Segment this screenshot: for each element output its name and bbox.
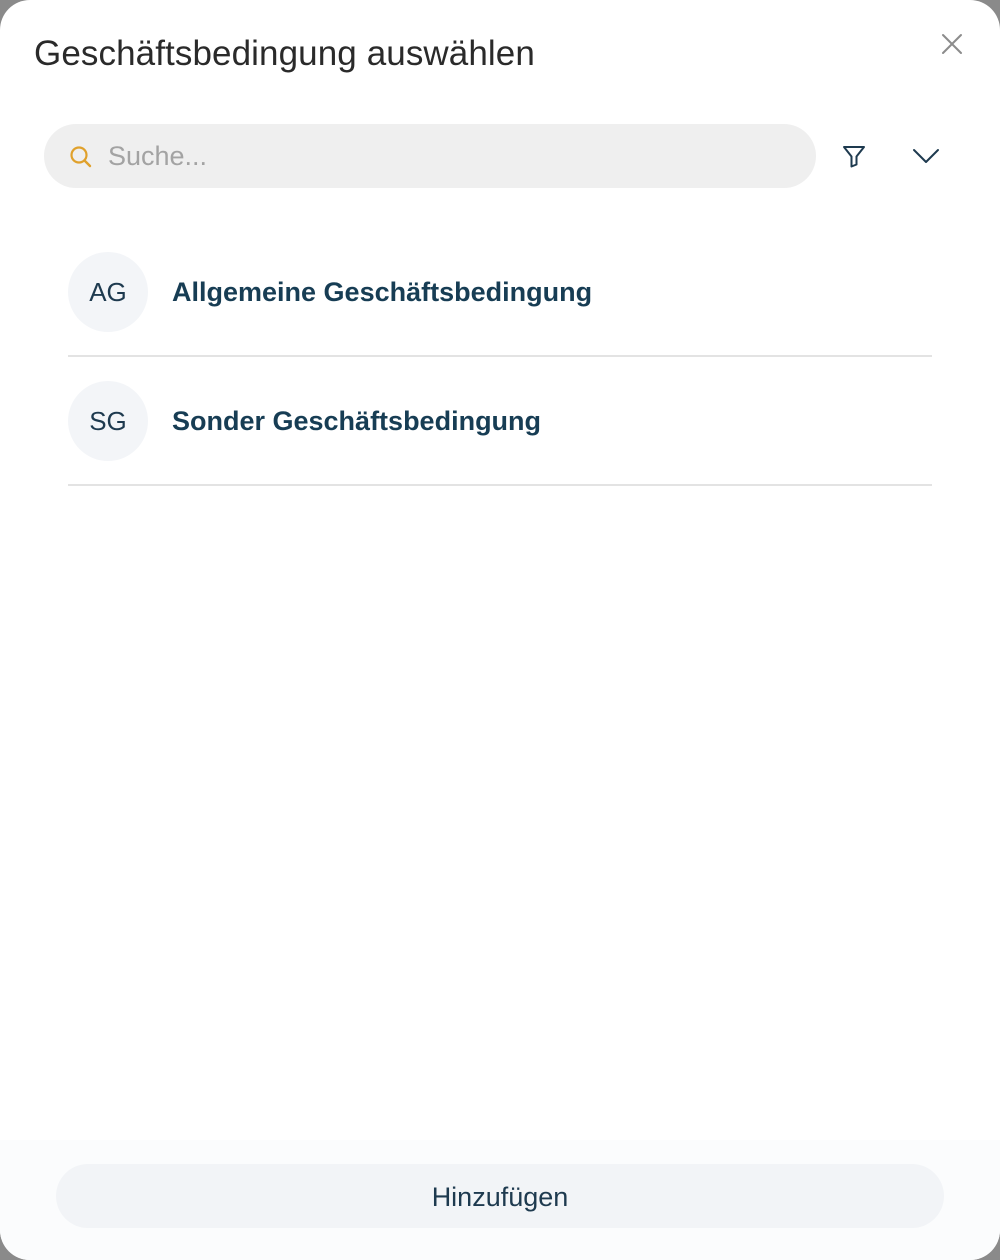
filter-icon <box>843 146 865 168</box>
search-box <box>44 124 816 188</box>
list-item[interactable]: AG Allgemeine Geschäftsbedingung <box>68 228 932 357</box>
terms-list: AG Allgemeine Geschäftsbedingung SG Sond… <box>68 228 932 486</box>
close-button[interactable] <box>934 26 970 62</box>
expand-button[interactable] <box>908 138 944 174</box>
add-button[interactable]: Hinzufügen <box>56 1164 944 1228</box>
search-icon <box>70 146 92 168</box>
avatar: AG <box>68 252 148 332</box>
search-input[interactable] <box>108 124 798 188</box>
dialog-footer: Hinzufügen <box>0 1140 1000 1260</box>
list-item-label: Allgemeine Geschäftsbedingung <box>172 277 593 307</box>
dialog: Geschäftsbedingung auswählen AG Allgemei… <box>0 0 1000 1260</box>
list-item[interactable]: SG Sonder Geschäftsbedingung <box>68 357 932 486</box>
list-item-label: Sonder Geschäftsbedingung <box>172 406 542 436</box>
close-icon <box>942 34 962 54</box>
filter-button[interactable] <box>836 138 872 174</box>
avatar: SG <box>68 381 148 461</box>
dialog-title: Geschäftsbedingung auswählen <box>34 34 535 73</box>
chevron-down-icon <box>913 149 939 163</box>
